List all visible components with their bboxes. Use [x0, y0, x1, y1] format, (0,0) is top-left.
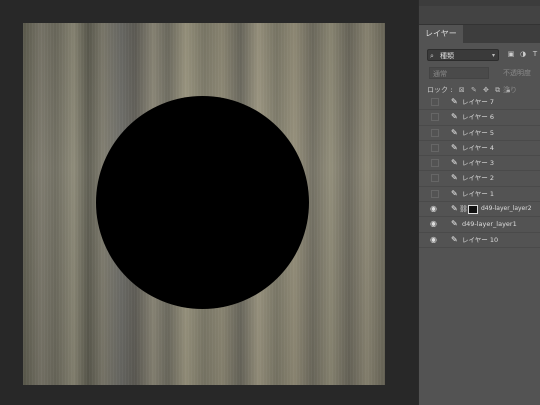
layer-row[interactable]: ◉ ✎ d49-layer_layer1 [419, 217, 540, 233]
visibility-toggle[interactable] [431, 189, 439, 198]
chevron-down-icon: ▾ [491, 52, 495, 59]
layer-name: d49-layer_layer1 [462, 220, 517, 229]
brush-icon: ✎ [451, 158, 458, 168]
layer-row[interactable]: ✎ レイヤー 4 [419, 141, 540, 157]
lock-position-icon[interactable]: ✥ [483, 86, 489, 94]
brush-icon: ✎ [451, 112, 458, 122]
lock-artboard-icon[interactable]: ⧉ [495, 86, 500, 94]
brush-icon: ✎ [451, 234, 458, 244]
layer-name: レイヤー 4 [462, 143, 495, 152]
visibility-toggle[interactable] [431, 113, 439, 122]
layer-name: レイヤー 6 [462, 113, 495, 122]
layer-row[interactable]: ◉ ✎ ⛓ d49-layer_layer2 [419, 202, 540, 218]
document-canvas[interactable] [23, 23, 385, 385]
opacity-label[interactable]: 不透明度 [503, 67, 540, 79]
search-icon: ⌕ [430, 52, 434, 60]
tab-layers[interactable]: レイヤー [419, 25, 463, 43]
layer-row[interactable]: ✎ レイヤー 5 [419, 126, 540, 141]
visibility-toggle[interactable] [431, 143, 439, 152]
lock-label: ロック : [427, 86, 453, 94]
visibility-toggle[interactable] [431, 174, 439, 183]
visibility-toggle[interactable] [431, 159, 439, 168]
brush-icon: ✎ [451, 188, 458, 198]
brush-icon: ✎ [451, 97, 458, 106]
layer-mask-thumbnail[interactable] [468, 205, 478, 215]
eye-icon[interactable]: ◉ [430, 203, 437, 215]
layer-name: レイヤー 10 [462, 235, 499, 244]
brush-icon: ✎ [451, 204, 458, 214]
visibility-toggle[interactable] [431, 128, 439, 137]
panel-tab-bar: レイヤー [419, 25, 540, 43]
layer-name: レイヤー 5 [462, 128, 495, 137]
layer-name: レイヤー 7 [462, 98, 495, 106]
layer-list: ✎ レイヤー 7 ✎ レイヤー 6 ✎ レイヤー 5 ✎ レイヤー 4 ✎ レイ… [419, 95, 540, 248]
black-circle-shape[interactable] [96, 96, 309, 309]
layer-name: レイヤー 2 [462, 174, 495, 183]
layers-panel: レイヤー ⌕ 種類 ▾ ▣ ◑ T 通常 不透明度 ロック : ⊠ ✎ ✥ ⧉ … [418, 0, 540, 405]
layer-name: レイヤー 3 [462, 159, 495, 168]
filter-kind-label: 種類 [440, 52, 454, 60]
layer-filter-row: ⌕ 種類 ▾ ▣ ◑ T [419, 47, 540, 63]
type-filter-icon[interactable]: T [531, 50, 539, 58]
layer-row[interactable]: ◉ ✎ レイヤー 10 [419, 233, 540, 248]
layer-row[interactable]: ✎ レイヤー 7 [419, 95, 540, 111]
layer-name: d49-layer_layer2 [481, 205, 532, 213]
brush-icon: ✎ [451, 219, 458, 229]
link-icon: ⛓ [459, 205, 468, 214]
blend-row: 通常 不透明度 [419, 65, 540, 81]
image-filter-icon[interactable]: ▣ [507, 50, 515, 58]
panel-header-strip [419, 6, 540, 25]
layer-row[interactable]: ✎ レイヤー 6 [419, 110, 540, 126]
document-workspace[interactable] [0, 0, 418, 405]
lock-transparent-icon[interactable]: ⊠ [459, 86, 465, 94]
brush-icon: ✎ [451, 127, 458, 137]
layer-row[interactable]: ✎ レイヤー 1 [419, 187, 540, 203]
eye-icon[interactable]: ◉ [430, 218, 437, 230]
brush-icon: ✎ [451, 142, 458, 152]
visibility-toggle[interactable] [431, 98, 439, 106]
blend-mode-select[interactable]: 通常 [429, 67, 489, 79]
layer-row[interactable]: ✎ レイヤー 3 [419, 156, 540, 172]
layer-row[interactable]: ✎ レイヤー 2 [419, 171, 540, 187]
layer-name: レイヤー 1 [462, 189, 495, 198]
adjustment-filter-icon[interactable]: ◑ [519, 50, 527, 58]
brush-icon: ✎ [451, 173, 458, 183]
eye-icon[interactable]: ◉ [430, 234, 437, 246]
lock-image-icon[interactable]: ✎ [471, 86, 477, 94]
layer-kind-filter[interactable]: ⌕ 種類 ▾ [427, 49, 499, 61]
